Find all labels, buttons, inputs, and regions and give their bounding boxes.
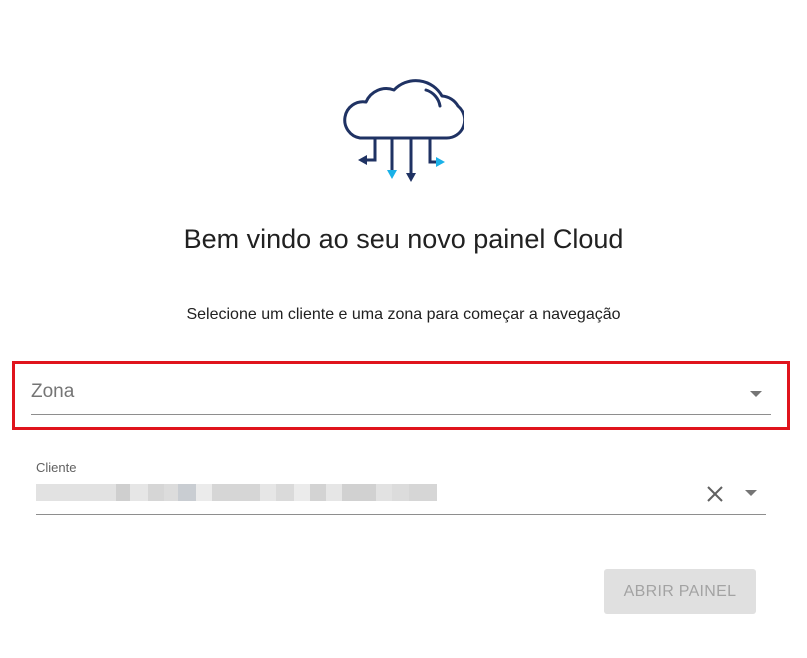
close-icon[interactable] xyxy=(704,483,726,505)
caret-down-icon[interactable] xyxy=(745,490,757,496)
caret-down-icon[interactable] xyxy=(750,391,762,397)
cliente-select[interactable]: Cliente xyxy=(36,458,766,515)
open-panel-button[interactable]: ABRIR PAINEL xyxy=(604,569,756,614)
page-title: Bem vindo ao seu novo painel Cloud xyxy=(183,224,624,254)
page-subtitle: Selecione um cliente e uma zona para com… xyxy=(186,306,621,323)
cloud-logo-icon xyxy=(338,70,467,184)
zona-select[interactable]: Zona xyxy=(31,372,771,415)
cliente-label: Cliente xyxy=(36,460,77,475)
cliente-value-obscured xyxy=(36,484,437,501)
zona-placeholder: Zona xyxy=(31,381,75,402)
